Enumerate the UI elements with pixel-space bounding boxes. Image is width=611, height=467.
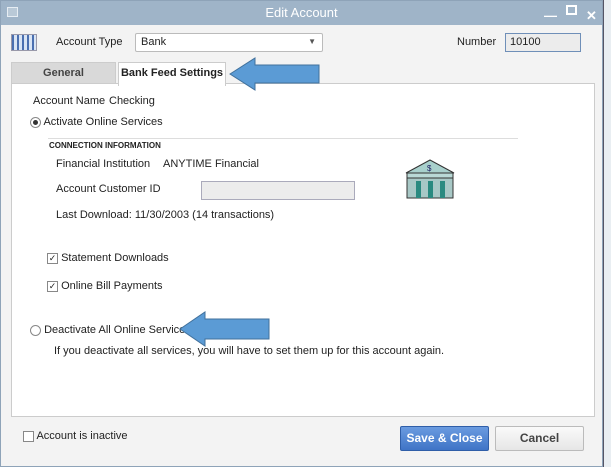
tab-bank-feed-settings[interactable]: Bank Feed Settings <box>118 62 226 86</box>
divider <box>48 138 518 139</box>
inactive-label: Account is inactive <box>36 430 128 442</box>
account-inactive-checkbox[interactable]: Account is inactive <box>23 430 128 442</box>
bank-feed-panel: Account Name Checking Activate Online Se… <box>11 83 595 417</box>
bank-building-icon: $ <box>405 159 455 199</box>
activate-radio[interactable]: Activate Online Services <box>30 116 163 128</box>
number-input[interactable]: 10100 <box>505 33 581 52</box>
account-type-select[interactable]: Bank ▼ <box>135 33 323 52</box>
account-name-label: Account Name <box>33 95 106 107</box>
section-header: CONNECTION INFORMATION <box>49 141 161 150</box>
svg-text:$: $ <box>427 164 432 173</box>
edit-account-dialog: Edit Account — ✕ Account Type Bank ▼ Num… <box>0 0 603 467</box>
save-close-button[interactable]: Save & Close <box>400 426 489 451</box>
account-name-value: Checking <box>109 95 155 107</box>
title-bar: Edit Account — ✕ <box>1 1 602 25</box>
statement-downloads-label: Statement Downloads <box>61 252 169 264</box>
cancel-button[interactable]: Cancel <box>495 426 584 451</box>
account-type-value: Bank <box>141 36 167 48</box>
deactivate-label: Deactivate All Online Services <box>44 324 191 336</box>
number-label: Number <box>457 36 497 48</box>
maximize-icon[interactable] <box>566 5 577 15</box>
deactivate-radio[interactable]: Deactivate All Online Services <box>30 324 191 336</box>
customer-id-label: Account Customer ID <box>56 183 161 195</box>
last-download: Last Download: 11/30/2003 (14 transactio… <box>56 209 275 221</box>
background-window <box>603 0 611 467</box>
system-menu-icon[interactable] <box>7 7 18 17</box>
tab-general[interactable]: General <box>11 62 116 84</box>
callout-arrow <box>229 57 320 91</box>
callout-arrow <box>179 311 270 347</box>
fi-label: Financial Institution <box>56 158 151 170</box>
account-icon <box>11 34 37 51</box>
fi-value: ANYTIME Financial <box>163 158 259 170</box>
bill-payments-checkbox[interactable]: ✓ Online Bill Payments <box>47 280 163 292</box>
bill-payments-label: Online Bill Payments <box>61 280 163 292</box>
chevron-down-icon: ▼ <box>308 37 316 46</box>
customer-id-input[interactable] <box>201 181 355 200</box>
account-type-label: Account Type <box>56 36 123 48</box>
statement-downloads-checkbox[interactable]: ✓ Statement Downloads <box>47 252 169 264</box>
window-title: Edit Account <box>265 5 338 20</box>
activate-label: Activate Online Services <box>43 116 163 128</box>
minimize-icon[interactable]: — <box>544 4 557 28</box>
close-icon[interactable]: ✕ <box>586 4 597 28</box>
